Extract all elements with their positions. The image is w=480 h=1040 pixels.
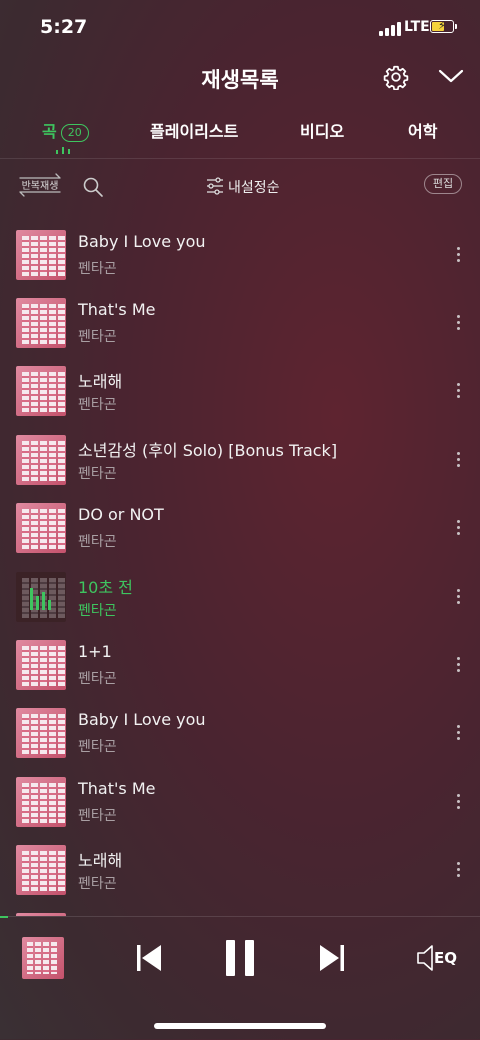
album-art xyxy=(16,640,66,690)
more-options-icon[interactable] xyxy=(452,587,466,607)
now-playing-album-art[interactable] xyxy=(22,937,64,979)
song-title: 10초 전 xyxy=(78,578,133,597)
song-title: That's Me xyxy=(78,300,156,319)
mini-player: EQ xyxy=(0,916,480,1040)
tab-playlists[interactable]: 플레이리스트 xyxy=(150,118,238,142)
tab-videos[interactable]: 비디오 xyxy=(300,118,344,142)
song-row[interactable]: That's Me 펜타곤 xyxy=(0,765,480,833)
song-title: Baby I Love you xyxy=(78,232,206,251)
song-title: DO or NOT xyxy=(78,505,164,524)
album-art xyxy=(16,777,66,827)
tab-songs-label: 곡 xyxy=(42,122,57,141)
eq-label: EQ xyxy=(434,949,457,967)
song-list[interactable]: Baby I Love you 펜타곤 That's Me 펜타곤 노래해 펜타… xyxy=(0,218,480,916)
edit-button[interactable]: 편집 xyxy=(424,174,462,194)
song-artist: 펜타곤 xyxy=(78,603,117,619)
album-art xyxy=(16,366,66,416)
sliders-icon xyxy=(207,177,223,195)
song-artist: 펜타곤 xyxy=(78,329,117,345)
song-title: 노래해 xyxy=(78,372,123,391)
skip-next-icon[interactable] xyxy=(318,943,346,973)
status-bar: 5:27 LTE ⚡ xyxy=(0,0,480,56)
song-count-badge: 20 xyxy=(60,123,89,142)
song-title: 노래해 xyxy=(78,851,123,870)
more-options-icon[interactable] xyxy=(452,860,466,880)
song-artist: 펜타곤 xyxy=(78,534,117,550)
song-title: That's Me xyxy=(78,779,156,798)
song-artist: 펜타곤 xyxy=(78,808,117,824)
status-time: 5:27 xyxy=(40,16,88,38)
song-artist: 펜타곤 xyxy=(78,397,117,413)
song-artist: 펜타곤 xyxy=(78,876,117,892)
battery-icon: ⚡ xyxy=(430,19,457,33)
now-playing-indicator-icon xyxy=(56,146,72,154)
album-art xyxy=(16,435,66,485)
song-title: 소년감성 (후이 Solo) [Bonus Track] xyxy=(78,441,338,460)
more-options-icon[interactable] xyxy=(452,792,466,812)
more-options-icon[interactable] xyxy=(452,723,466,743)
tab-language[interactable]: 어학 xyxy=(408,118,437,142)
song-row[interactable]: 1+1 펜타곤 xyxy=(0,628,480,696)
album-art xyxy=(16,708,66,758)
network-type: LTE xyxy=(404,19,430,35)
more-options-icon[interactable] xyxy=(452,313,466,333)
song-row-now-playing[interactable]: 10초 전 펜타곤 xyxy=(0,560,480,628)
search-icon[interactable] xyxy=(82,176,104,198)
header: 재생목록 xyxy=(0,56,480,100)
speaker-icon xyxy=(417,945,433,971)
song-row[interactable]: That's Me 펜타곤 xyxy=(0,286,480,354)
song-row[interactable]: Baby I Love you 펜타곤 xyxy=(0,218,480,286)
album-art xyxy=(16,503,66,553)
chevron-down-icon[interactable] xyxy=(437,66,465,86)
song-row[interactable]: 노래해 펜타곤 xyxy=(0,833,480,901)
repeat-label: 반복재생 xyxy=(21,181,59,192)
song-artist: 펜타곤 xyxy=(78,261,117,277)
song-title: Baby I Love you xyxy=(78,710,206,729)
pause-icon[interactable] xyxy=(224,939,256,977)
sort-label: 내설정순 xyxy=(228,180,280,196)
song-row[interactable]: DO or NOT 펜타곤 xyxy=(0,491,480,559)
equalizer-button[interactable]: EQ xyxy=(416,943,460,973)
more-options-icon[interactable] xyxy=(452,655,466,675)
list-toolbar: 반복재생 내설정순 편집 xyxy=(0,170,480,202)
more-options-icon[interactable] xyxy=(452,381,466,401)
album-art xyxy=(16,230,66,280)
gear-icon[interactable] xyxy=(383,64,409,90)
home-indicator xyxy=(154,1023,326,1029)
repeat-button[interactable]: 반복재생 xyxy=(16,172,64,198)
cellular-signal-icon xyxy=(379,22,401,36)
song-row[interactable] xyxy=(0,901,480,916)
more-options-icon[interactable] xyxy=(452,450,466,470)
song-row[interactable]: Baby I Love you 펜타곤 xyxy=(0,696,480,764)
more-options-icon[interactable] xyxy=(452,245,466,265)
tab-bar: 곡 20 플레이리스트 비디오 어학 xyxy=(0,110,480,159)
song-artist: 펜타곤 xyxy=(78,466,117,482)
more-options-icon[interactable] xyxy=(452,518,466,538)
song-title: 1+1 xyxy=(78,642,112,661)
playback-progress[interactable] xyxy=(0,916,8,918)
song-row[interactable]: 소년감성 (후이 Solo) [Bonus Track] 펜타곤 xyxy=(0,423,480,491)
song-artist: 펜타곤 xyxy=(78,739,117,755)
song-row[interactable]: 노래해 펜타곤 xyxy=(0,354,480,422)
album-art xyxy=(16,572,66,622)
skip-previous-icon[interactable] xyxy=(135,943,163,973)
song-artist: 펜타곤 xyxy=(78,671,117,687)
tab-songs[interactable]: 곡 20 xyxy=(42,118,89,142)
album-art xyxy=(16,845,66,895)
album-art xyxy=(16,298,66,348)
